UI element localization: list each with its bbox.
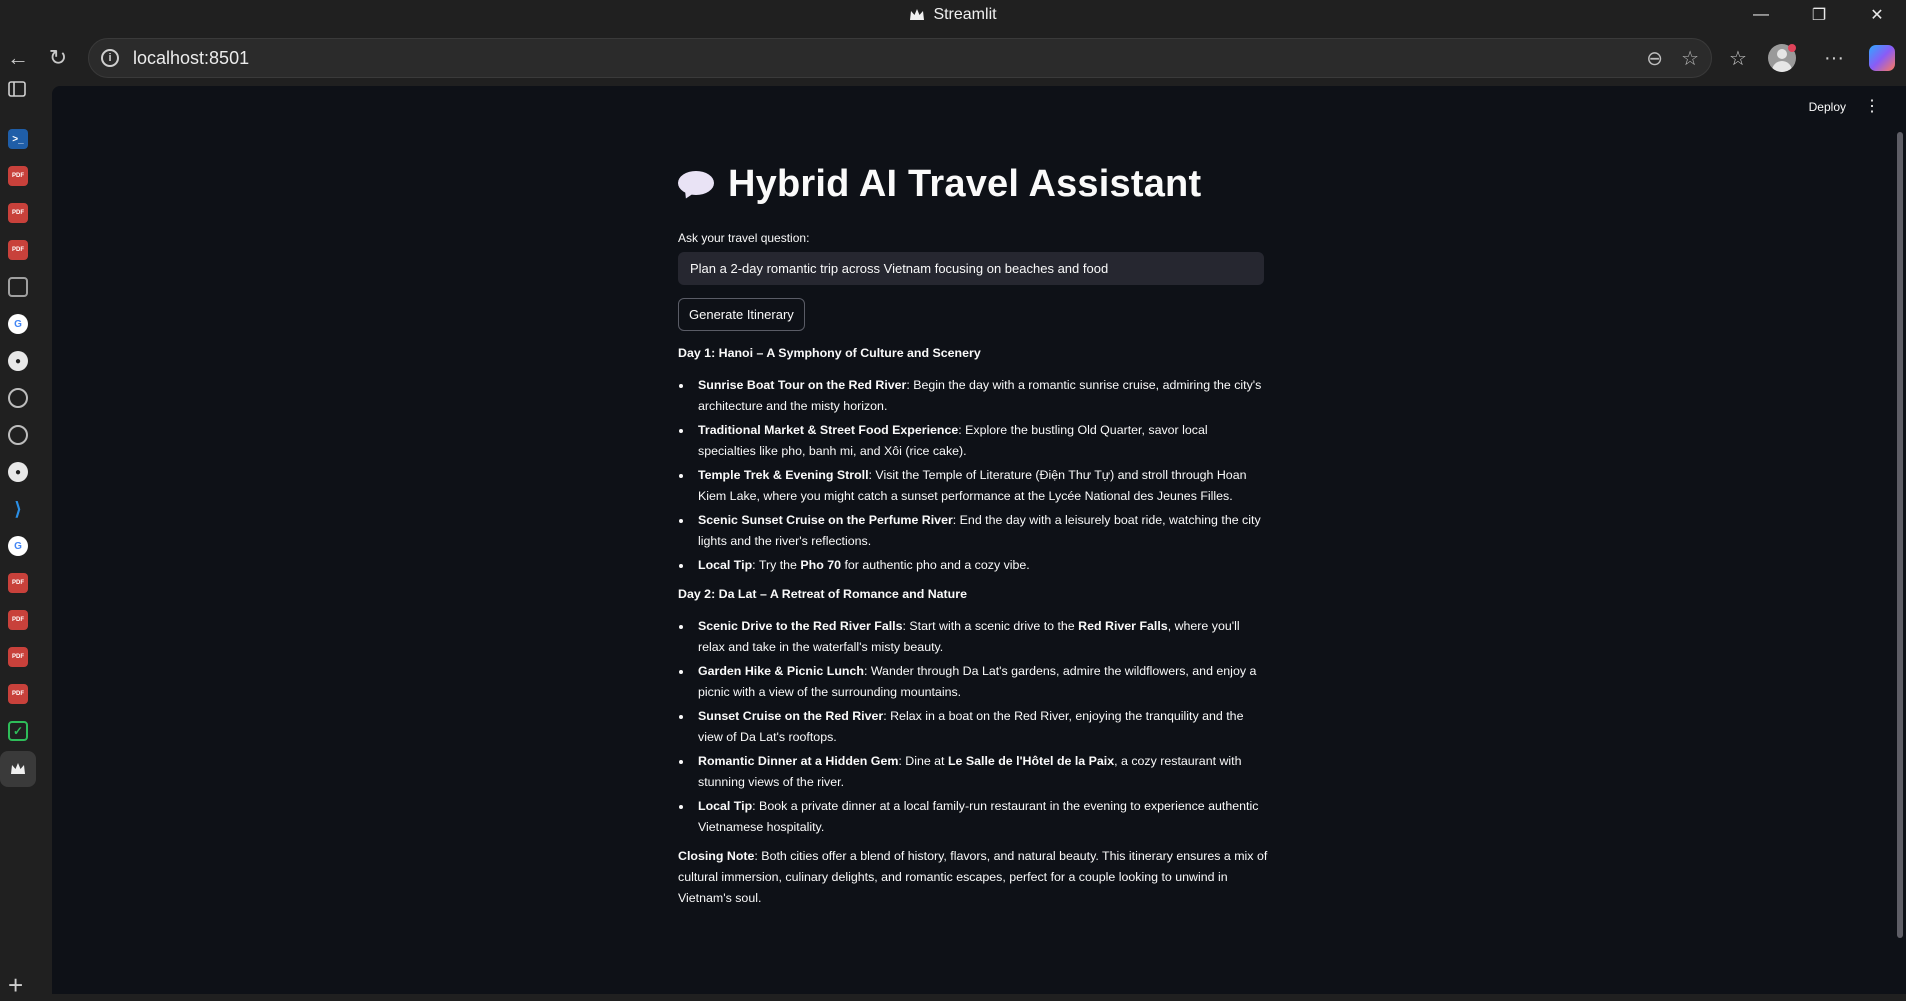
tab-github-icon[interactable]: ●	[8, 351, 28, 371]
day1-heading: Day 1: Hanoi – A Symphony of Culture and…	[678, 346, 981, 360]
more-menu-icon[interactable]: ···	[1816, 40, 1852, 76]
speech-bubble-icon	[678, 171, 714, 202]
tab-globe-icon[interactable]	[8, 425, 28, 445]
reload-button[interactable]: ↻	[40, 40, 76, 76]
day2-heading: Day 2: Da Lat – A Retreat of Romance and…	[678, 587, 967, 601]
window-title-text: Streamlit	[933, 6, 997, 23]
minimize-button[interactable]: —	[1732, 0, 1790, 30]
page-title: Hybrid AI Travel Assistant	[678, 154, 1268, 214]
closing-note: Closing Note: Both cities offer a blend …	[678, 849, 1268, 905]
day1-list: Sunrise Boat Tour on the Red River: Begi…	[678, 375, 1268, 576]
deploy-button[interactable]: Deploy	[1809, 100, 1846, 114]
main-content: Hybrid AI Travel Assistant Ask your trav…	[678, 154, 1268, 909]
vertical-tabs-sidebar: >_ PDF PDF PDF G ● ● ⟩ G PDF PDF PDF PDF…	[0, 81, 52, 1000]
list-item: Scenic Sunset Cruise on the Perfume Rive…	[678, 510, 1268, 552]
day2-list: Scenic Drive to the Red River Falls: Sta…	[678, 616, 1268, 838]
streamlit-app: Deploy ⋮ Hybrid AI Travel Assistant Ask …	[52, 86, 1906, 994]
list-item: Local Tip: Book a private dinner at a lo…	[678, 796, 1268, 838]
streamlit-crown-icon	[11, 763, 25, 774]
tab-pdf-icon[interactable]: PDF	[8, 647, 28, 667]
tab-github-icon[interactable]: ●	[8, 462, 28, 482]
question-input[interactable]	[678, 252, 1264, 285]
tab-streamlit-active[interactable]	[0, 751, 36, 787]
site-info-icon[interactable]: i	[101, 49, 119, 67]
close-window-button[interactable]: ✕	[1848, 0, 1906, 30]
window-title: Streamlit	[909, 6, 997, 24]
tab-vscode-icon[interactable]: ⟩	[8, 499, 28, 519]
url-text[interactable]: localhost:8501	[133, 48, 249, 69]
tab-file-icon[interactable]	[8, 277, 28, 297]
streamlit-crown-icon	[910, 9, 925, 20]
favorites-icon[interactable]: ☆	[1720, 40, 1756, 76]
restore-button[interactable]: ❐	[1790, 0, 1848, 30]
question-label: Ask your travel question:	[678, 231, 810, 245]
list-item: Sunrise Boat Tour on the Red River: Begi…	[678, 375, 1268, 417]
list-item: Sunset Cruise on the Red River: Relax in…	[678, 706, 1268, 748]
itinerary-output: Day 1: Hanoi – A Symphony of Culture and…	[678, 343, 1268, 909]
list-item: Garden Hike & Picnic Lunch: Wander throu…	[678, 661, 1268, 703]
tab-pdf-icon[interactable]: PDF	[8, 203, 28, 223]
copilot-icon[interactable]	[1864, 40, 1900, 76]
address-bar[interactable]: i localhost:8501 ⊖ ☆	[88, 38, 1712, 78]
zoom-icon[interactable]: ⊖	[1646, 46, 1663, 71]
tab-pdf-icon[interactable]: PDF	[8, 610, 28, 630]
tab-pdf-icon[interactable]: PDF	[8, 573, 28, 593]
tab-panel-icon[interactable]	[8, 81, 26, 97]
list-item: Traditional Market & Street Food Experie…	[678, 420, 1268, 462]
tab-pdf-icon[interactable]: PDF	[8, 240, 28, 260]
reload-icon: ↻	[48, 45, 68, 70]
tab-checklist-icon[interactable]: ✓	[8, 721, 28, 741]
browser-toolbar: ← ↻ i localhost:8501 ⊖ ☆ ☆ ···	[0, 30, 1906, 86]
back-button[interactable]: ←	[0, 40, 36, 76]
list-item: Temple Trek & Evening Stroll: Visit the …	[678, 465, 1268, 507]
window-title-bar: Streamlit — ❐ ✕	[0, 0, 1906, 30]
tab-chatgpt-icon[interactable]	[8, 388, 28, 408]
tab-google-icon[interactable]: G	[8, 536, 28, 556]
tab-pdf-icon[interactable]: PDF	[8, 166, 28, 186]
notification-dot	[1788, 44, 1796, 52]
bookmark-star-icon[interactable]: ☆	[1681, 46, 1699, 71]
scrollbar[interactable]	[1897, 132, 1903, 938]
list-item: Local Tip: Try the Pho 70 for authentic …	[678, 555, 1268, 576]
list-item: Scenic Drive to the Red River Falls: Sta…	[678, 616, 1268, 658]
tab-pdf-icon[interactable]: PDF	[8, 684, 28, 704]
generate-itinerary-button[interactable]: Generate Itinerary	[678, 298, 805, 331]
tab-powershell-icon[interactable]: >_	[8, 129, 28, 149]
new-tab-plus-icon[interactable]: +	[8, 970, 23, 1001]
main-menu-icon[interactable]: ⋮	[1864, 99, 1880, 115]
profile-button[interactable]	[1768, 40, 1804, 76]
tab-google-icon[interactable]: G	[8, 314, 28, 334]
title-text: Hybrid AI Travel Assistant	[728, 162, 1202, 205]
back-arrow-icon: ←	[7, 45, 29, 70]
list-item: Romantic Dinner at a Hidden Gem: Dine at…	[678, 751, 1268, 793]
